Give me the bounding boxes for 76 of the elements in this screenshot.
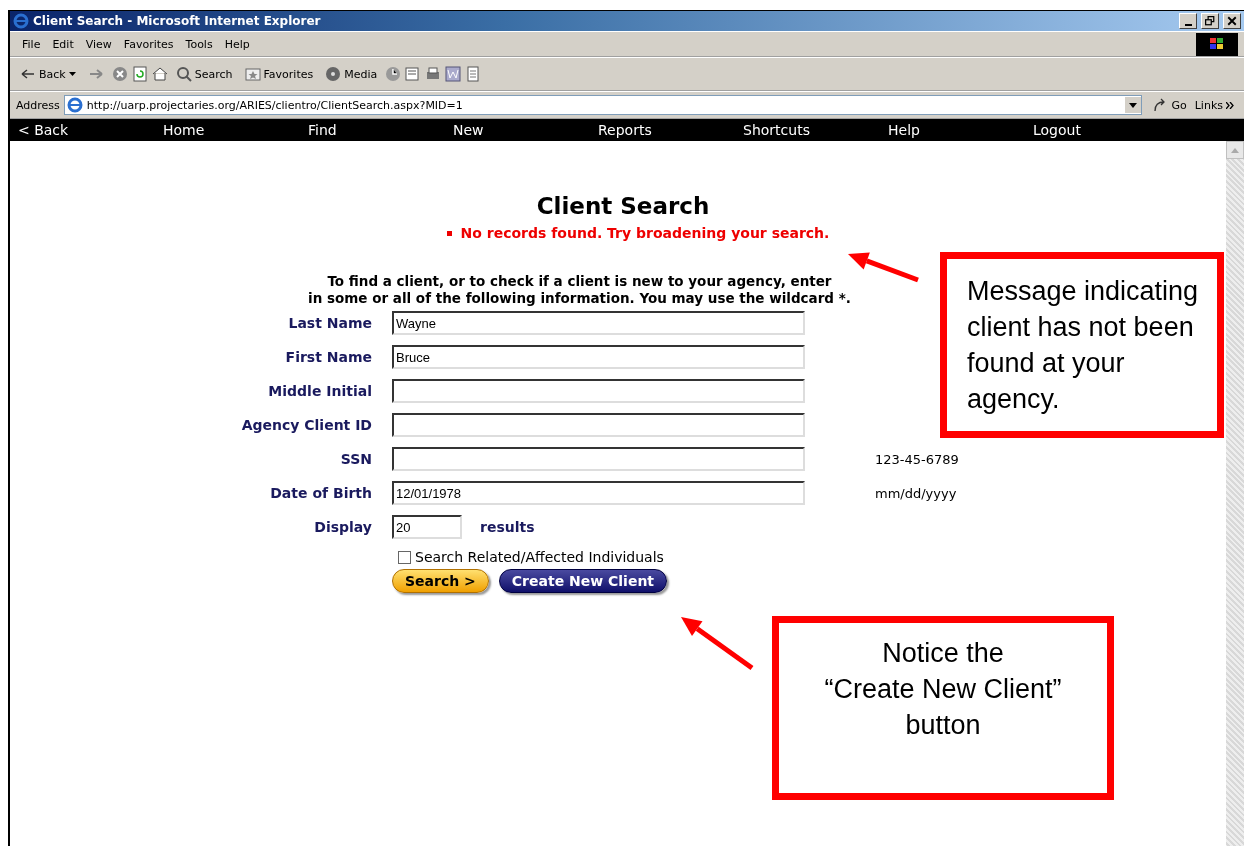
minimize-icon: [1184, 24, 1192, 26]
field-label: Last Name: [287, 315, 372, 331]
close-button[interactable]: [1223, 13, 1241, 29]
menu-item[interactable]: Favorites: [117, 37, 180, 51]
checkbox[interactable]: [398, 550, 411, 564]
related-checkbox[interactable]: Search Related/Affected Individuals: [398, 549, 805, 565]
star-folder-icon: [244, 66, 261, 82]
address-field[interactable]: http://uarp.projectaries.org/ARIES/clientro/ClientSearch.aspx?MID=1: [63, 95, 1143, 115]
chevron-icon: [1226, 101, 1234, 109]
nav-link[interactable]: Home: [163, 122, 308, 138]
menu-item[interactable]: Help: [218, 37, 256, 51]
nav-link[interactable]: Logout: [1033, 122, 1178, 138]
home-icon: [151, 66, 168, 82]
address-label: Address: [16, 98, 60, 112]
media-button[interactable]: Media: [321, 66, 382, 82]
callout-text: Notice the “Create New Client” button: [824, 637, 1062, 742]
format-hint: mm/dd/yyyy: [875, 485, 958, 501]
ie-logo-icon: [13, 13, 29, 29]
dropdown-caret-icon: [68, 72, 76, 76]
search-icon: [175, 66, 192, 82]
back-button[interactable]: Back: [16, 66, 80, 82]
annotation-arrow: [848, 252, 919, 283]
page-title: Client Search: [535, 193, 711, 219]
input-field[interactable]: Bruce: [392, 345, 805, 369]
stop-icon: [111, 66, 128, 82]
nav-link[interactable]: < Back: [18, 122, 163, 138]
close-icon: [1227, 16, 1237, 26]
window-title: Client Search - Microsoft Internet Explorer: [33, 14, 322, 28]
go-button[interactable]: Go: [1148, 97, 1191, 113]
menu-item[interactable]: Edit: [46, 37, 80, 51]
menu-item[interactable]: Tools: [179, 37, 219, 51]
nav-link[interactable]: New: [453, 122, 598, 138]
callout-text: Message indicating client has not been found at your agency.: [967, 275, 1199, 416]
history-icon: [385, 66, 402, 82]
input-field[interactable]: [392, 413, 805, 437]
nav-link[interactable]: Help: [888, 122, 1033, 138]
instructions-text: To find a client, or to check if a client is new to your agency, enter in some or all of the following information. You may use the wildcard *.: [308, 273, 851, 307]
error-message: No records found. Try broadening your search.: [460, 225, 830, 241]
nav-link[interactable]: Shortcuts: [743, 122, 888, 138]
results-label: results: [480, 519, 535, 535]
refresh-icon: [131, 66, 148, 82]
back-arrow-icon: [20, 66, 36, 82]
word-icon: [445, 66, 462, 82]
create-client-button[interactable]: Create New Client: [498, 569, 668, 593]
input-field[interactable]: Wayne: [392, 311, 805, 335]
menu-item[interactable]: View: [79, 37, 118, 51]
notes-icon: [465, 66, 482, 82]
input-field[interactable]: [392, 379, 805, 403]
minimize-button[interactable]: [1179, 13, 1197, 29]
mail-icon: [405, 66, 422, 82]
menu-item[interactable]: File: [16, 37, 47, 51]
input-field[interactable]: [392, 447, 805, 471]
windows-logo-icon: [1196, 32, 1238, 56]
field-label: Agency Client ID: [240, 417, 372, 433]
field-label: Display: [313, 519, 372, 535]
scrollbar[interactable]: [1226, 141, 1244, 846]
bullet-icon: [446, 230, 452, 236]
field-label: First Name: [284, 349, 372, 365]
input-field[interactable]: 12/01/1978: [392, 481, 805, 505]
field-label: Middle Initial: [267, 383, 372, 399]
nav-link[interactable]: Reports: [598, 122, 743, 138]
format-hint: 123-45-6789: [875, 451, 959, 467]
forward-arrow-icon: [87, 66, 104, 82]
media-icon: [325, 66, 342, 82]
search-button[interactable]: Search: [171, 66, 237, 82]
links-button[interactable]: Links: [1190, 98, 1238, 112]
restore-icon: [1205, 16, 1215, 26]
input-field[interactable]: 20: [392, 515, 462, 539]
restore-button[interactable]: [1201, 13, 1219, 29]
print-icon: [425, 66, 442, 82]
ie-logo-icon: [66, 97, 83, 113]
field-label: Date of Birth: [269, 485, 372, 501]
field-label: SSN: [339, 451, 372, 467]
search-button[interactable]: Search >: [392, 569, 489, 593]
favorites-button[interactable]: Favorites: [240, 66, 318, 82]
nav-link[interactable]: Find: [308, 122, 453, 138]
